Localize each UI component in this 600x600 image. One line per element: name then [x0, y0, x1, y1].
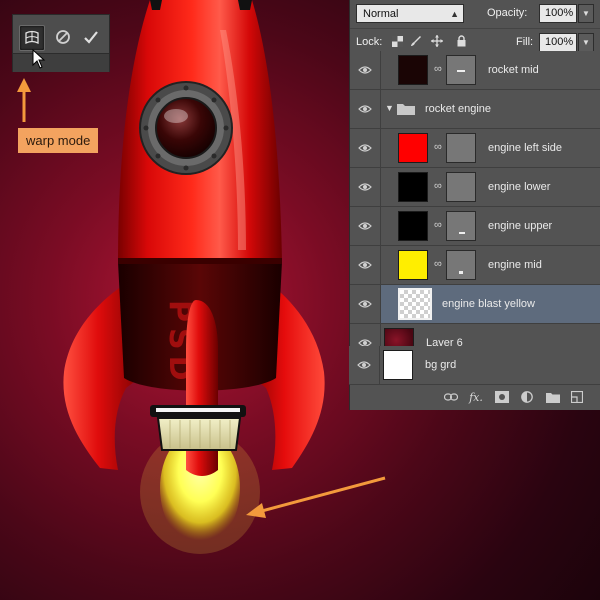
eye-icon [358, 105, 372, 113]
lock-all-button[interactable] [454, 34, 468, 48]
layer-name: engine left side [488, 142, 562, 154]
link-chain-icon: ∞ [434, 141, 442, 153]
layer-mask-thumbnail [446, 250, 476, 280]
move-arrows-icon [431, 35, 443, 47]
options-bar-strip [13, 53, 109, 72]
new-layer-icon[interactable] [570, 390, 584, 404]
warp-arrow-head [17, 78, 31, 92]
warp-mode-callout: warp mode [18, 128, 99, 153]
layer-name: engine blast yellow [442, 298, 535, 310]
visibility-toggle[interactable] [350, 129, 381, 167]
layer-row-engine-blast-yellow[interactable]: engine blast yellow [350, 285, 600, 324]
blend-mode-select[interactable]: Normal ▲ [356, 4, 464, 23]
opacity-dropdown-button[interactable]: ▼ [578, 4, 594, 23]
visibility-toggle[interactable] [350, 168, 381, 206]
layer-thumbnail [398, 133, 428, 163]
visibility-toggle[interactable] [350, 246, 381, 284]
visibility-toggle[interactable] [350, 51, 381, 89]
layer-name: engine mid [488, 259, 542, 271]
layer-mask-thumbnail [446, 211, 476, 241]
padlock-icon [457, 35, 465, 47]
folder-icon [397, 104, 415, 115]
group-expand-triangle-icon[interactable]: ▼ [385, 103, 394, 113]
fill-field[interactable]: 100% [539, 33, 577, 52]
layer-mask-thumbnail [446, 172, 476, 202]
brush-icon [411, 36, 421, 46]
checkerboard-icon [391, 35, 403, 47]
layer-row-engine-mid[interactable]: ∞ engine mid [350, 246, 600, 285]
blend-mode-value: Normal [363, 8, 399, 20]
layer-name: engine upper [488, 220, 553, 232]
layer-thumbnail-transparent [398, 288, 432, 320]
eye-icon [358, 183, 372, 191]
fill-label: Fill: [516, 36, 534, 48]
warp-mesh-icon [25, 30, 39, 45]
eye-icon [358, 261, 372, 269]
commit-check-icon [84, 31, 98, 44]
layer-row-bg-grd-visible[interactable]: bg grd [349, 346, 600, 385]
cancel-icon [56, 30, 70, 44]
layer-mask-thumbnail [446, 55, 476, 85]
layer-mask-thumbnail [446, 133, 476, 163]
group-name: rocket engine [425, 103, 492, 115]
layer-row-engine-upper[interactable]: ∞ engine upper [350, 207, 600, 246]
select-arrows-icon: ▲ [450, 9, 459, 19]
cancel-transform-button[interactable] [51, 25, 75, 49]
layer-thumbnail [398, 55, 428, 85]
layer-name: bg grd [425, 359, 457, 371]
layers-panel-footer: fx. [350, 383, 600, 410]
eye-icon [358, 300, 372, 308]
visibility-toggle[interactable] [350, 90, 381, 128]
porthole-glass [155, 97, 217, 159]
lock-image-pixels-button[interactable] [409, 34, 423, 48]
eye-icon [358, 66, 372, 74]
eye-icon [358, 222, 372, 230]
layer-name: engine lower [488, 181, 551, 193]
visibility-toggle[interactable] [350, 285, 381, 323]
visibility-toggle[interactable] [349, 346, 380, 384]
mouse-cursor-icon [32, 49, 46, 69]
eye-icon [357, 361, 371, 369]
layer-name: rocket mid [488, 64, 539, 76]
lock-label: Lock: [356, 36, 383, 48]
fill-dropdown-button[interactable]: ▼ [578, 33, 594, 52]
lock-transparent-pixels-button[interactable] [390, 34, 404, 48]
flame-arrow-line [257, 476, 386, 514]
layer-row-rocket-mid[interactable]: ∞ rocket mid [350, 51, 600, 90]
link-chain-icon: ∞ [434, 258, 442, 270]
adjustment-layer-icon[interactable] [520, 390, 534, 404]
opacity-label: Opacity: [487, 7, 528, 19]
link-layers-icon[interactable] [444, 390, 458, 404]
layer-thumbnail [398, 250, 428, 280]
layer-row-engine-lower[interactable]: ∞ engine lower [350, 168, 600, 207]
lock-position-button[interactable] [430, 34, 444, 48]
layer-thumbnail [383, 350, 413, 380]
link-chain-icon: ∞ [434, 219, 442, 231]
layer-thumbnail [398, 211, 428, 241]
fx-icon[interactable]: fx. [469, 390, 483, 404]
warp-mode-button[interactable] [19, 25, 45, 51]
commit-transform-button[interactable] [79, 25, 103, 49]
link-chain-icon: ∞ [434, 180, 442, 192]
layer-thumbnail [398, 172, 428, 202]
blend-opacity-row: Normal ▲ Opacity: 100% ▼ [350, 0, 600, 29]
opacity-field[interactable]: 100% [539, 4, 577, 23]
eye-icon [358, 144, 372, 152]
new-group-icon[interactable] [546, 390, 560, 404]
visibility-toggle[interactable] [350, 207, 381, 245]
warp-options-bar [12, 14, 110, 72]
layer-row-engine-left-side[interactable]: ∞ engine left side [350, 129, 600, 168]
link-chain-icon: ∞ [434, 63, 442, 75]
add-mask-icon[interactable] [495, 390, 509, 404]
layer-group-rocket-engine[interactable]: ▼ rocket engine [350, 90, 600, 129]
